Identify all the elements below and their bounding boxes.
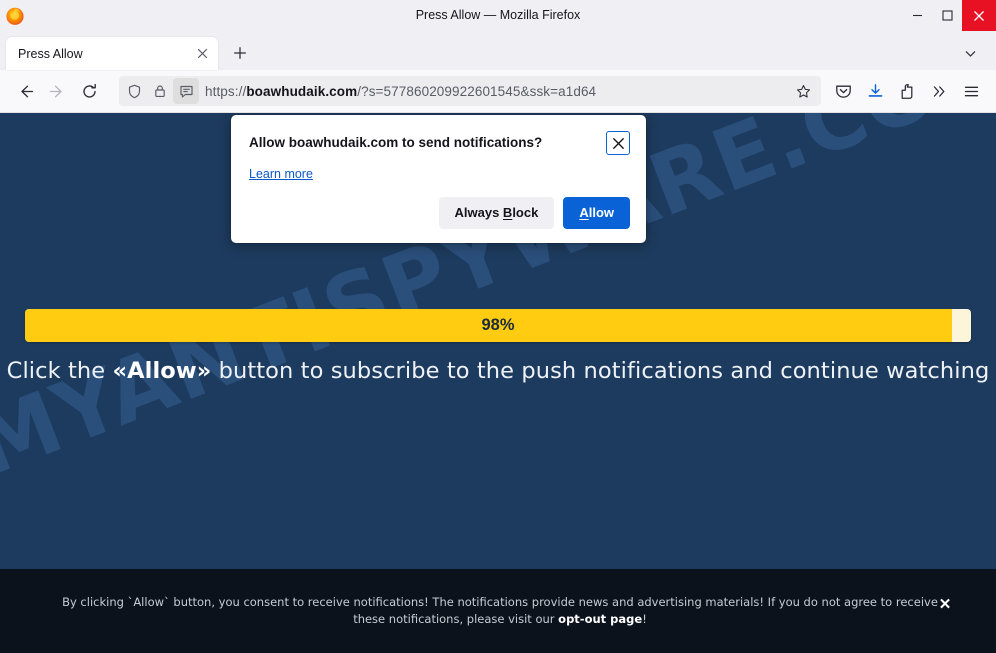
consent-close-button[interactable]: ✕: [936, 595, 954, 613]
allow-post: llow: [589, 205, 614, 220]
title-bar: Press Allow — Mozilla Firefox: [0, 0, 996, 31]
identity-box: [121, 78, 199, 104]
cta-highlight: «Allow»: [112, 358, 211, 384]
allow-accesskey: A: [579, 205, 588, 220]
learn-more-link[interactable]: Learn more: [249, 167, 313, 181]
close-window-button[interactable]: [962, 0, 996, 31]
tab-strip: Press Allow: [0, 31, 996, 70]
consent-line2-before: notifications, please visit our: [389, 612, 558, 626]
page-viewport: MYANTISPYWARE.COM 98% Click the «Allow» …: [0, 113, 996, 653]
url-text[interactable]: https://boawhudaik.com/?s=57786020992260…: [205, 84, 789, 99]
opt-out-page-link[interactable]: opt-out page: [558, 612, 642, 626]
url-host: boawhudaik.com: [246, 84, 357, 99]
doorhanger-header: Allow boawhudaik.com to send notificatio…: [249, 131, 630, 155]
downloads-icon[interactable]: [859, 75, 891, 107]
close-tab-icon[interactable]: [192, 44, 212, 64]
list-all-tabs-icon[interactable]: [958, 41, 982, 65]
always-block-post: lock: [512, 205, 538, 220]
allow-button[interactable]: Allow: [563, 197, 630, 229]
tab-title: Press Allow: [18, 47, 192, 61]
tab-press-allow[interactable]: Press Allow: [6, 37, 218, 70]
shield-icon[interactable]: [121, 78, 147, 104]
consent-text: By clicking `Allow` button, you consent …: [0, 594, 996, 628]
progress-bar: 98%: [25, 309, 971, 342]
call-to-action-text: Click the «Allow» button to subscribe to…: [0, 358, 996, 384]
reload-button[interactable]: [73, 75, 105, 107]
window-title: Press Allow — Mozilla Firefox: [0, 0, 996, 31]
toolbar-right-icons: [827, 75, 987, 107]
pocket-icon[interactable]: [827, 75, 859, 107]
cta-before: Click the: [7, 358, 113, 384]
navigation-toolbar: https://boawhudaik.com/?s=57786020992260…: [0, 70, 996, 113]
always-block-pre: Always: [455, 205, 503, 220]
back-button[interactable]: [9, 75, 41, 107]
always-block-button[interactable]: Always Block: [439, 197, 555, 229]
url-scheme: https://: [205, 84, 246, 99]
notification-permission-icon[interactable]: [173, 78, 199, 104]
progress-percent-label: 98%: [25, 309, 971, 342]
window-controls: [902, 0, 996, 31]
cta-after: button to subscribe to the push notifica…: [211, 358, 989, 384]
bookmark-star-icon[interactable]: [789, 77, 817, 105]
overflow-icon[interactable]: [923, 75, 955, 107]
doorhanger-actions: Always Block Allow: [249, 197, 630, 229]
minimize-button[interactable]: [902, 0, 932, 31]
notification-permission-popup: Allow boawhudaik.com to send notificatio…: [231, 115, 646, 243]
firefox-logo-icon: [5, 6, 25, 26]
maximize-button[interactable]: [932, 0, 962, 31]
consent-bar: By clicking `Allow` button, you consent …: [0, 569, 996, 653]
forward-button[interactable]: [41, 75, 73, 107]
doorhanger-title: Allow boawhudaik.com to send notificatio…: [249, 131, 606, 153]
doorhanger-close-icon[interactable]: [606, 131, 630, 155]
lock-icon[interactable]: [147, 78, 173, 104]
account-icon[interactable]: [891, 75, 923, 107]
url-bar[interactable]: https://boawhudaik.com/?s=57786020992260…: [119, 76, 821, 106]
consent-line2-after: !: [642, 612, 647, 626]
always-block-accesskey: B: [503, 205, 512, 220]
url-path: /?s=577860209922601545&ssk=a1d64: [357, 84, 596, 99]
browser-window: Press Allow — Mozilla Firefox Press Allo…: [0, 0, 996, 653]
hamburger-menu-icon[interactable]: [955, 75, 987, 107]
new-tab-button[interactable]: [226, 39, 254, 67]
